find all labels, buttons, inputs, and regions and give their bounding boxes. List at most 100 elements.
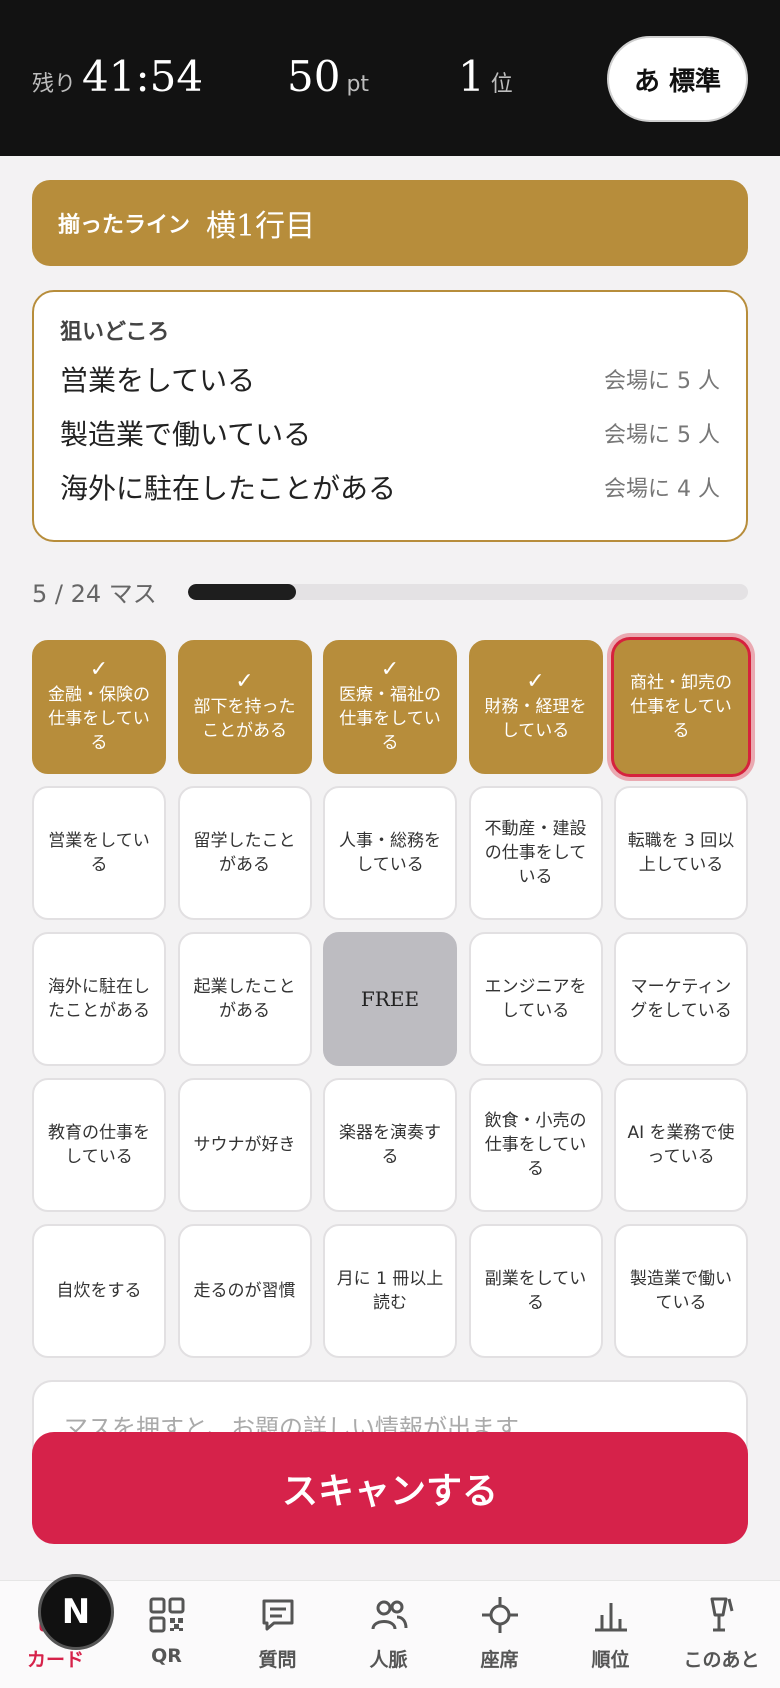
nav-label: 人脈 xyxy=(369,1649,408,1671)
chart-icon xyxy=(594,1603,627,1632)
nav-item-seat[interactable]: 座席 xyxy=(444,1581,555,1688)
scan-button[interactable]: スキャンする xyxy=(32,1432,748,1544)
check-icon: ✓ xyxy=(235,669,254,694)
bingo-cell[interactable]: ✓ 医療・福祉の仕事をしている xyxy=(323,640,457,774)
bingo-cell[interactable]: 月に 1 冊以上読む xyxy=(323,1224,457,1358)
progress-label: 5 / 24 マス xyxy=(32,580,157,608)
bingo-cell[interactable]: 人事・総務をしている xyxy=(323,786,457,920)
bingo-cell-label: 人事・総務をしている xyxy=(339,831,441,875)
check-icon: ✓ xyxy=(380,657,400,682)
text-size-button[interactable]: あ 標準 xyxy=(607,36,748,122)
completed-line-label: 揃ったライン xyxy=(58,213,191,238)
nav-label: 順位 xyxy=(591,1649,630,1671)
nav-label: 質問 xyxy=(258,1649,297,1671)
target-card: 狙いどころ 営業をしている 会場に 5 人 製造業で働いている 会場に 5 人 … xyxy=(32,290,748,542)
nav-item-qr[interactable]: QR xyxy=(111,1581,222,1688)
bingo-cell-label: 楽器を演奏する xyxy=(339,1123,441,1167)
bingo-cell-label: 営業をしている xyxy=(48,831,150,875)
target-title: 狙いどころ xyxy=(60,320,170,345)
rank: 1 位 xyxy=(458,52,519,106)
bingo-cell[interactable]: 走るのが習慣 xyxy=(177,1224,312,1358)
bingo-cell[interactable]: 楽器を演奏する xyxy=(323,1078,457,1212)
bingo-cell[interactable]: サウナが好き xyxy=(177,1078,312,1212)
bingo-cell[interactable]: ✓ 金融・保険の仕事をしている xyxy=(32,640,166,774)
progress-bar xyxy=(188,584,748,600)
drink-icon xyxy=(710,1597,733,1632)
bingo-cell-label: AI を業務で使っている xyxy=(627,1123,735,1167)
bingo-cell-label: 走るのが習慣 xyxy=(193,1281,296,1301)
bingo-cell-label: 副業をしている xyxy=(484,1269,587,1313)
bingo-cell[interactable]: 起業したことがある xyxy=(177,932,312,1066)
check-icon: ✓ xyxy=(526,669,545,694)
nav-item-questions[interactable]: 質問 xyxy=(222,1581,333,1688)
bingo-cell[interactable]: ✓ 財務・経理をしている xyxy=(468,640,603,774)
bingo-grid: ✓ 金融・保険の仕事をしている ✓ 部下を持ったことがある ✓ 医療・福祉の仕事をしている… xyxy=(32,640,748,1358)
remaining-label: 残り xyxy=(32,72,77,97)
chat-icon xyxy=(262,1599,293,1631)
target-text: 海外に駐在したことがある xyxy=(60,472,397,505)
bingo-cell-label: 起業したことがある xyxy=(193,977,296,1021)
bingo-cell-label: 教育の仕事をしている xyxy=(48,1123,150,1167)
points-unit: pt xyxy=(346,72,370,97)
bingo-cell-label: 金融・保険の仕事をしている xyxy=(48,685,150,753)
nav-item-network[interactable]: 人脈 xyxy=(333,1581,444,1688)
bingo-cell-label: エンジニアをしている xyxy=(484,977,587,1021)
bingo-cell-label: 転職を 3 回以上している xyxy=(627,831,735,875)
target-row: 製造業で働いている 会場に 5 人 xyxy=(60,406,720,460)
bingo-cell-label: 月に 1 冊以上読む xyxy=(336,1269,444,1313)
nav-item-after[interactable]: このあと xyxy=(666,1581,777,1688)
completed-line-banner: 揃ったライン 横1行目 xyxy=(32,180,748,266)
points: 50 pt xyxy=(287,52,375,106)
bingo-cell[interactable]: 飲食・小売の仕事をしている xyxy=(468,1078,603,1212)
target-row: 営業をしている 会場に 5 人 xyxy=(60,352,720,406)
progress-fill xyxy=(188,584,296,600)
bingo-cell[interactable]: 自炊をする xyxy=(32,1224,166,1358)
bingo-cell-label: 飲食・小売の仕事をしている xyxy=(484,1111,587,1179)
bingo-cell-label: 自炊をする xyxy=(56,1281,142,1301)
bingo-cell-label: 不動産・建設の仕事をしている xyxy=(484,819,587,887)
target-text: 営業をしている xyxy=(60,364,256,397)
crosshair-icon xyxy=(481,1597,518,1633)
bingo-cell-label: 海外に駐在したことがある xyxy=(48,977,150,1021)
target-row: 海外に駐在したことがある 会場に 4 人 xyxy=(60,460,720,514)
bingo-cell-label: 製造業で働いている xyxy=(630,1269,732,1313)
bingo-cell-label: FREE xyxy=(360,987,420,1011)
bingo-cell[interactable]: 営業をしている xyxy=(32,786,166,920)
nav-item-ranking[interactable]: 順位 xyxy=(555,1581,666,1688)
bingo-cell[interactable]: 商社・卸売の仕事をしている xyxy=(614,640,748,774)
rank-unit: 位 xyxy=(490,72,513,97)
bingo-cell[interactable]: 製造業で働いている xyxy=(614,1224,748,1358)
bingo-cell-label: 商社・卸売の仕事をしている xyxy=(630,673,732,741)
bingo-cell[interactable]: 留学したことがある xyxy=(177,786,312,920)
bingo-cell[interactable]: マーケティングをしている xyxy=(614,932,748,1066)
bingo-cell[interactable]: 教育の仕事をしている xyxy=(32,1078,166,1212)
target-count: 会場に 5 人 xyxy=(604,369,720,394)
nav-label: QR xyxy=(151,1645,182,1667)
bingo-cell[interactable]: ✓ 部下を持ったことがある xyxy=(177,640,312,774)
remaining-time: 残り 41:54 xyxy=(32,52,203,106)
target-count: 会場に 5 人 xyxy=(604,423,720,448)
bingo-cell[interactable]: エンジニアをしている xyxy=(468,932,603,1066)
target-text: 製造業で働いている xyxy=(60,418,312,451)
nav-label: 座席 xyxy=(480,1649,519,1671)
check-icon: ✓ xyxy=(89,657,109,682)
bingo-cell-label: 医療・福祉の仕事をしている xyxy=(339,685,441,753)
bottom-nav: カード QR 質問 人脈 座席 順位 このあと xyxy=(0,1580,780,1688)
app-badge[interactable]: N xyxy=(38,1574,114,1650)
bingo-cell[interactable]: AI を業務で使っている xyxy=(614,1078,748,1212)
bingo-cell-label: マーケティングをしている xyxy=(630,977,732,1021)
bingo-cell[interactable]: 海外に駐在したことがある xyxy=(32,932,166,1066)
bingo-cell[interactable]: 転職を 3 回以上している xyxy=(614,786,748,920)
bingo-cell-free[interactable]: FREE xyxy=(323,932,457,1066)
bingo-cell[interactable]: 副業をしている xyxy=(468,1224,603,1358)
bingo-cell[interactable]: 不動産・建設の仕事をしている xyxy=(468,786,603,920)
bingo-cell-label: 部下を持ったことがある xyxy=(193,697,296,741)
rank-value: 1 xyxy=(458,52,485,101)
bingo-cell-label: サウナが好き xyxy=(193,1135,296,1155)
nav-label: このあと xyxy=(683,1649,760,1671)
qr-icon xyxy=(149,1597,184,1633)
completed-line-value: 横1行目 xyxy=(206,209,316,244)
remaining-time-value: 41:54 xyxy=(82,52,204,101)
people-icon xyxy=(371,1600,407,1630)
bingo-cell-label: 財務・経理をしている xyxy=(484,697,587,741)
